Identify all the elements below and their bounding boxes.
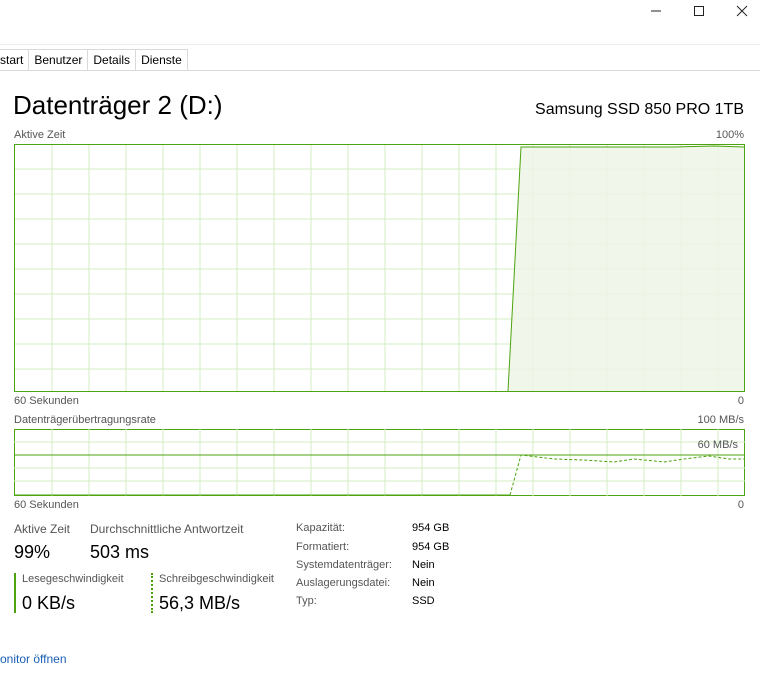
transfer-span-label: 60 Sekunden xyxy=(14,499,79,511)
tab-dienste[interactable]: Dienste xyxy=(136,49,188,70)
system-disk-label: Systemdatenträger: xyxy=(296,559,392,571)
close-button[interactable] xyxy=(721,0,760,22)
response-time-stat-label: Durchschnittliche Antwortzeit xyxy=(90,522,244,536)
tab-start[interactable]: start xyxy=(0,49,30,70)
active-time-min-label: 0 xyxy=(737,395,744,407)
write-speed-indicator xyxy=(151,573,153,613)
transfer-min-label: 0 xyxy=(737,499,744,511)
active-time-stat-label: Aktive Zeit xyxy=(14,522,71,536)
capacity-value: 954 GB xyxy=(412,522,450,534)
write-speed-label: Schreibgeschwindigkeit xyxy=(159,573,274,585)
transfer-graph-label: Datenträgerübertragungsrate xyxy=(14,414,156,426)
active-time-max-label: 100% xyxy=(715,129,744,141)
read-speed-value: 0 KB/s xyxy=(22,593,76,613)
minimize-icon xyxy=(651,10,661,12)
capacity-label: Kapazität: xyxy=(296,522,345,534)
transfer-rate-graph xyxy=(14,429,745,496)
type-value: SSD xyxy=(412,595,435,607)
tab-bar: start Benutzer Details Dienste xyxy=(0,49,760,71)
active-time-graph xyxy=(14,144,745,392)
read-speed-label: Lesegeschwindigkeit xyxy=(22,573,124,585)
disk-model: Samsung SSD 850 PRO 1TB xyxy=(535,101,744,118)
read-speed-indicator xyxy=(14,573,16,613)
page-file-value: Nein xyxy=(412,577,435,589)
active-time-graph-label: Aktive Zeit xyxy=(14,129,66,141)
page-file-label: Auslagerungsdatei: xyxy=(296,577,391,589)
formatted-label: Formatiert: xyxy=(296,541,350,553)
disk-title: Datenträger 2 (D:) xyxy=(13,90,223,120)
response-time-stat-value: 503 ms xyxy=(90,542,150,562)
maximize-icon xyxy=(694,6,704,16)
active-time-span-label: 60 Sekunden xyxy=(14,395,79,407)
system-disk-value: Nein xyxy=(412,559,435,571)
write-speed-value: 56,3 MB/s xyxy=(159,593,241,613)
minimize-button[interactable] xyxy=(635,0,677,22)
formatted-value: 954 GB xyxy=(412,541,450,553)
transfer-mid-label: 60 MB/s xyxy=(697,439,738,451)
type-label: Typ: xyxy=(296,595,317,607)
close-icon xyxy=(736,5,748,17)
tab-details[interactable]: Details xyxy=(88,49,137,70)
maximize-button[interactable] xyxy=(678,0,720,22)
active-time-stat-value: 99% xyxy=(14,542,51,562)
resource-monitor-link[interactable]: onitor öffnen xyxy=(0,652,67,666)
title-bar-divider xyxy=(0,44,760,45)
tab-benutzer[interactable]: Benutzer xyxy=(29,49,89,70)
transfer-max-label: 100 MB/s xyxy=(697,414,744,426)
